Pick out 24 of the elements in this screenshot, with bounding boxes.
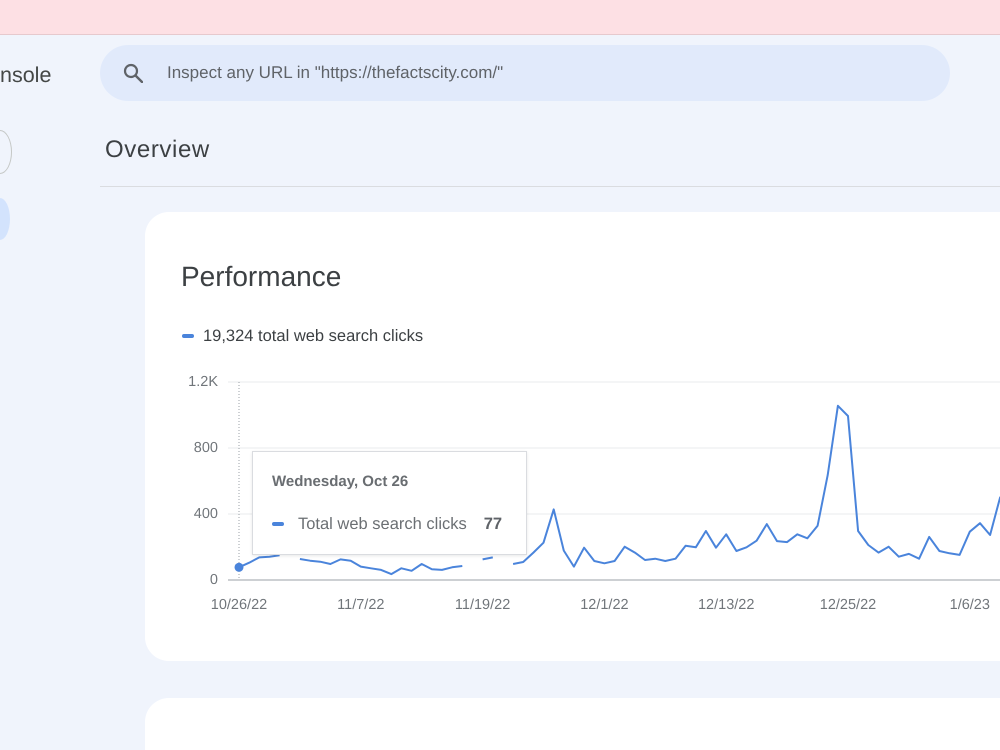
x-axis-label: 10/26/22 <box>210 597 268 613</box>
series-label: Total web search clicks <box>298 514 467 534</box>
card-title: Performance <box>181 260 342 294</box>
selector-button[interactable] <box>0 130 12 174</box>
y-axis-label: 1.2K <box>188 374 218 390</box>
y-axis-label: 800 <box>194 440 218 456</box>
x-axis-label: 12/25/22 <box>820 597 876 613</box>
legend-label: 19,324 total web search clicks <box>203 326 424 346</box>
selected-nav-highlight[interactable] <box>0 198 10 240</box>
search-icon <box>123 63 143 83</box>
x-axis-label: 1/6/23 <box>950 597 990 613</box>
x-axis-label: 12/13/22 <box>698 597 754 613</box>
tooltip-date: Wednesday, Oct 26 <box>272 473 408 491</box>
series-swatch-icon <box>272 522 284 526</box>
y-axis-label: 0 <box>210 572 218 588</box>
x-axis-label: 12/1/22 <box>580 597 629 613</box>
x-axis-label: 11/19/22 <box>454 597 510 613</box>
app-title: nsole <box>0 62 52 88</box>
y-axis-label: 400 <box>194 506 218 522</box>
x-axis-label: 11/7/22 <box>337 597 384 613</box>
search-field[interactable]: Inspect any URL in "https://thefactscity.com/" <box>100 45 950 101</box>
series-value: 77 <box>484 514 502 534</box>
page-title: Overview <box>105 135 210 165</box>
point-marker-icon <box>234 562 244 572</box>
